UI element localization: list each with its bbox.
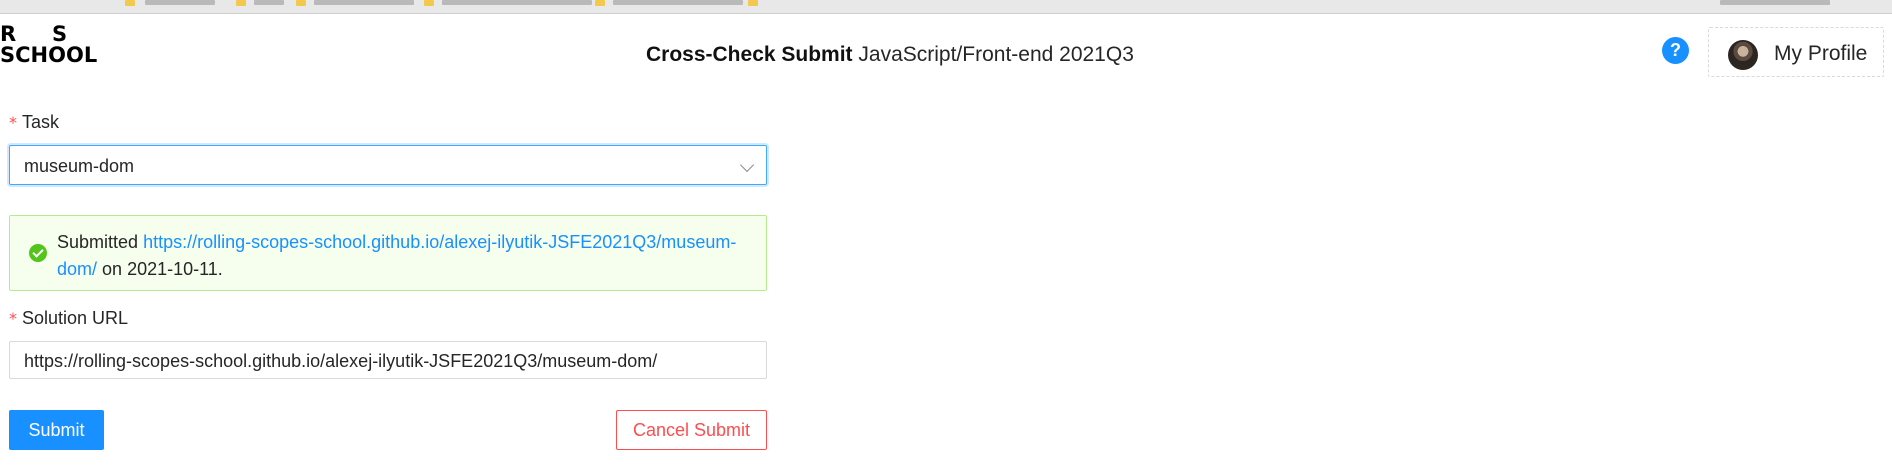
bookmark-item[interactable] <box>442 0 592 5</box>
logo-line-2: SCHOOL <box>0 43 98 67</box>
page-title: Cross-Check Submit JavaScript/Front-end … <box>646 41 1134 69</box>
task-label: * Task <box>9 111 59 134</box>
check-circle-icon <box>29 244 47 262</box>
logo-letter-s: S <box>52 22 68 46</box>
cancel-submit-button[interactable]: Cancel Submit <box>616 410 767 450</box>
required-mark: * <box>9 309 17 328</box>
task-select-value: museum-dom <box>24 156 135 176</box>
bookmark-folder-icon[interactable] <box>424 0 434 6</box>
logo-line-1: RS <box>0 24 67 45</box>
bookmark-item[interactable] <box>145 0 215 5</box>
bookmark-folder-icon[interactable] <box>125 0 135 6</box>
bookmark-folder-icon[interactable] <box>296 0 306 6</box>
page-title-course: JavaScript/Front-end 2021Q3 <box>858 43 1134 66</box>
bookmark-item[interactable] <box>314 0 414 5</box>
bookmark-folder-icon[interactable] <box>595 0 605 6</box>
bookmark-folder-icon[interactable] <box>236 0 246 6</box>
rs-school-logo[interactable]: RS SCHOOL <box>0 24 110 70</box>
bookmark-item[interactable] <box>613 0 743 5</box>
task-label-text: Task <box>22 112 60 132</box>
alert-date: on 2021-10-11. <box>102 259 223 279</box>
submit-button[interactable]: Submit <box>9 410 104 450</box>
solution-url-label: * Solution URL <box>9 307 128 330</box>
avatar <box>1728 40 1758 70</box>
bookmark-item[interactable] <box>254 0 284 5</box>
bookmark-folder-icon[interactable] <box>748 0 758 6</box>
alert-prefix: Submitted <box>57 232 139 252</box>
chevron-down-icon[interactable] <box>739 157 755 173</box>
help-icon[interactable]: ? <box>1662 37 1689 64</box>
submission-success-alert: Submitted https://rolling-scopes-school.… <box>9 215 767 291</box>
profile-label: My Profile <box>1774 42 1868 65</box>
alert-message: Submitted https://rolling-scopes-school.… <box>57 229 747 283</box>
solution-url-label-text: Solution URL <box>22 308 129 328</box>
my-profile-button[interactable]: My Profile <box>1708 27 1884 77</box>
required-mark: * <box>9 113 17 132</box>
page-title-bold: Cross-Check Submit <box>646 43 853 66</box>
browser-bookmarks-bar <box>0 0 1892 14</box>
task-select[interactable]: museum-dom <box>9 145 767 185</box>
solution-url-value: https://rolling-scopes-school.github.io/… <box>24 351 658 371</box>
bookmark-item[interactable] <box>1720 0 1830 5</box>
solution-url-input[interactable]: https://rolling-scopes-school.github.io/… <box>9 341 767 379</box>
